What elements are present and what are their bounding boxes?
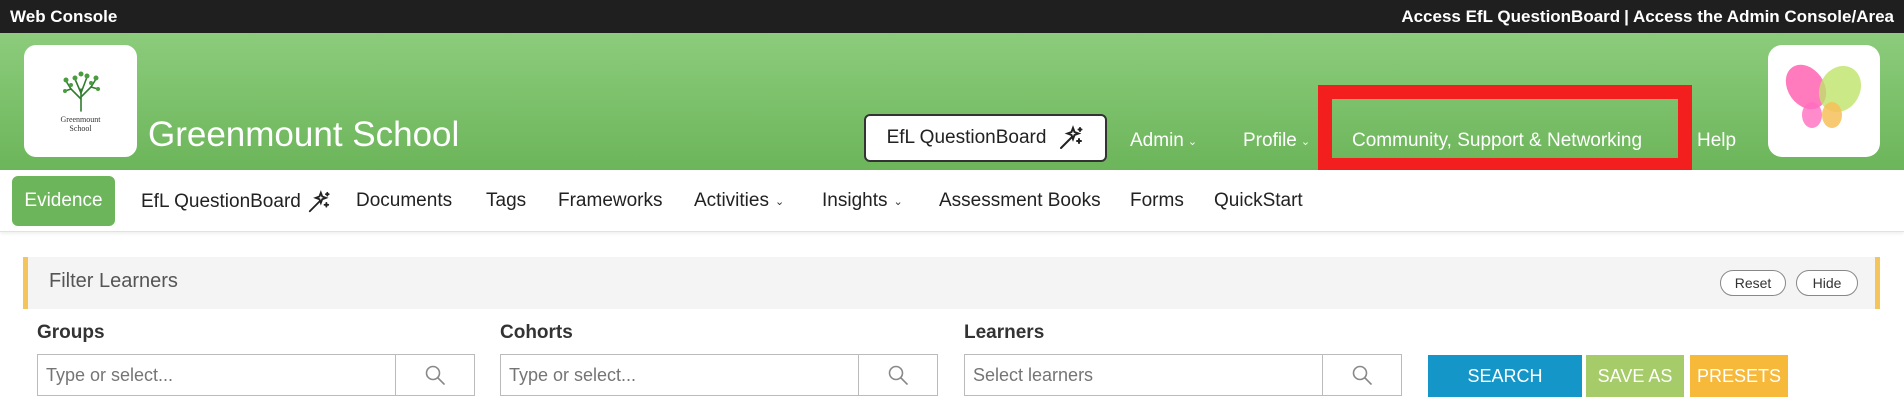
chevron-down-icon: ⌄ [893, 195, 903, 208]
search-button[interactable]: SEARCH [1428, 355, 1582, 397]
logo-line1: Greenmount [60, 115, 101, 124]
tab-quickstart-label: QuickStart [1214, 190, 1303, 211]
groups-search-button[interactable] [396, 355, 474, 395]
learners-select [964, 354, 1402, 396]
school-logo[interactable]: Greenmount School [24, 45, 137, 157]
tab-insights-label: Insights [822, 190, 888, 211]
nav-help-label: Help [1697, 130, 1737, 151]
tab-questionboard-label: EfL QuestionBoard [141, 191, 301, 212]
console-title: Web Console [10, 6, 118, 26]
groups-label: Groups [37, 322, 105, 343]
tab-forms-label: Forms [1130, 190, 1184, 211]
access-admin-link[interactable]: Access the Admin Console/Area [1633, 7, 1894, 27]
app-logo[interactable] [1768, 45, 1880, 157]
search-icon [1352, 365, 1372, 385]
questionboard-button[interactable]: EfL QuestionBoard [864, 114, 1107, 162]
nav-admin[interactable]: Admin ⌄ [1130, 130, 1197, 152]
chevron-down-icon: ⌄ [774, 195, 785, 208]
tab-assessment-books[interactable]: Assessment Books [939, 190, 1101, 212]
tab-assessment-books-label: Assessment Books [939, 190, 1101, 211]
tab-forms[interactable]: Forms [1130, 190, 1184, 212]
tab-tags-label: Tags [486, 190, 527, 211]
tab-activities-label: Activities [694, 190, 769, 211]
tab-questionboard[interactable]: EfL QuestionBoard [141, 190, 331, 214]
tab-tags[interactable]: Tags [486, 190, 526, 212]
cohorts-input[interactable] [501, 355, 859, 395]
access-questionboard-link[interactable]: Access EfL QuestionBoard [1401, 7, 1620, 27]
reset-button[interactable]: Reset [1720, 270, 1786, 296]
search-icon [888, 365, 908, 385]
tab-insights[interactable]: Insights ⌄ [822, 190, 903, 212]
magic-wand-icon [1060, 125, 1083, 149]
school-name: Greenmount School [148, 115, 460, 154]
cohorts-select [500, 354, 938, 396]
top-links: Access EfL QuestionBoard | Access the Ad… [1401, 7, 1894, 27]
top-bar: Web Console Access EfL QuestionBoard | A… [0, 0, 1904, 33]
tab-documents[interactable]: Documents [356, 190, 452, 212]
nav-admin-label: Admin [1130, 130, 1184, 151]
cohorts-label: Cohorts [500, 322, 573, 343]
nav-help[interactable]: Help [1697, 130, 1736, 152]
learners-search-button[interactable] [1323, 355, 1401, 395]
groups-select [37, 354, 475, 396]
tab-frameworks[interactable]: Frameworks [558, 190, 663, 212]
highlight-annotation-box [1318, 85, 1692, 172]
butterfly-icon [1785, 64, 1862, 128]
hide-button[interactable]: Hide [1796, 270, 1858, 296]
magic-wand-icon [308, 190, 330, 213]
filter-title: Filter Learners [49, 270, 178, 292]
chevron-down-icon: ⌄ [1187, 135, 1198, 148]
top-link-separator: | [1624, 6, 1629, 26]
tab-frameworks-label: Frameworks [558, 190, 663, 211]
secondary-nav: Evidence EfL QuestionBoard Documents Tag… [0, 170, 1904, 232]
logo-line2: School [69, 124, 92, 133]
tab-documents-label: Documents [356, 190, 453, 211]
tab-quickstart[interactable]: QuickStart [1214, 190, 1303, 212]
presets-button[interactable]: PRESETS [1690, 355, 1788, 397]
nav-profile-label: Profile [1243, 130, 1297, 151]
save-as-button[interactable]: SAVE AS [1586, 355, 1684, 397]
learners-input[interactable] [965, 355, 1323, 395]
nav-profile[interactable]: Profile ⌄ [1243, 130, 1310, 152]
questionboard-button-label: EfL QuestionBoard [886, 127, 1047, 148]
tab-evidence[interactable]: Evidence [12, 176, 115, 226]
chevron-down-icon: ⌄ [1300, 135, 1311, 148]
site-header: Greenmount School Greenmount School EfL … [0, 33, 1904, 172]
cohorts-search-button[interactable] [859, 355, 937, 395]
groups-input[interactable] [38, 355, 396, 395]
logo-text: Greenmount School [61, 115, 101, 133]
tree-icon [62, 71, 100, 112]
search-icon [425, 365, 445, 385]
filter-learners-panel: Filter Learners Reset Hide [23, 257, 1880, 309]
learners-label: Learners [964, 322, 1045, 343]
tab-activities[interactable]: Activities ⌄ [694, 190, 784, 212]
